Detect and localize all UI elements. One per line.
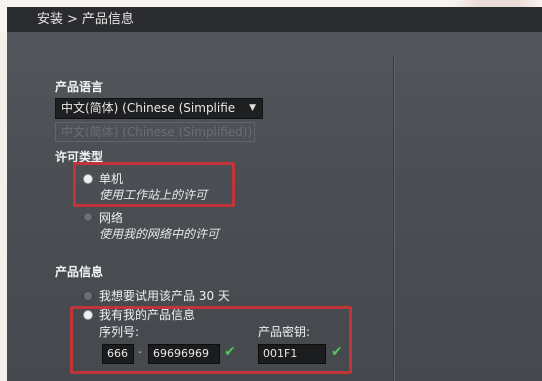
serial-number-input[interactable]: 69696969 xyxy=(148,344,220,364)
standalone-label: 单机 xyxy=(99,172,124,186)
panel-divider xyxy=(393,55,394,381)
language-select-value: 中文(简体) (Chinese (Simplifie xyxy=(61,101,236,115)
network-description: 使用我的网络中的许可 xyxy=(99,227,220,241)
serial-valid-check-icon: ✔ xyxy=(224,344,236,360)
breadcrumb-separator: > xyxy=(67,12,78,27)
chevron-down-icon: ▼ xyxy=(249,103,256,113)
breadcrumb-page: 产品信息 xyxy=(81,12,134,27)
trial-label: 我想要试用该产品 30 天 xyxy=(99,289,230,303)
radio-trial[interactable] xyxy=(84,292,92,300)
radio-network[interactable] xyxy=(84,213,92,221)
serial-label: 序列号: xyxy=(99,325,140,339)
breadcrumb-step: 安装 xyxy=(37,12,64,27)
radio-standalone[interactable] xyxy=(84,175,92,183)
product-key-valid-check-icon: ✔ xyxy=(331,344,343,360)
serial-separator: - xyxy=(138,347,142,358)
radio-have-info[interactable] xyxy=(84,311,92,319)
product-info-heading: 产品信息 xyxy=(55,265,104,279)
have-info-label: 我有我的产品信息 xyxy=(99,308,196,322)
title-bar: 安装 > 产品信息 xyxy=(0,0,542,33)
standalone-description: 使用工作站上的许可 xyxy=(99,188,208,202)
product-key-label: 产品密钥: xyxy=(258,325,311,339)
language-secondary: 中文(简体) (Chinese (Simplified)) xyxy=(55,122,255,142)
network-label: 网络 xyxy=(99,211,124,225)
serial-prefix-input[interactable]: 666 xyxy=(102,344,134,364)
breadcrumb: 安装 > 产品信息 xyxy=(7,7,542,32)
language-select[interactable]: 中文(简体) (Chinese (Simplifie ▼ xyxy=(55,98,263,119)
language-heading: 产品语言 xyxy=(55,80,104,94)
product-key-input[interactable]: 001F1 xyxy=(258,344,326,364)
